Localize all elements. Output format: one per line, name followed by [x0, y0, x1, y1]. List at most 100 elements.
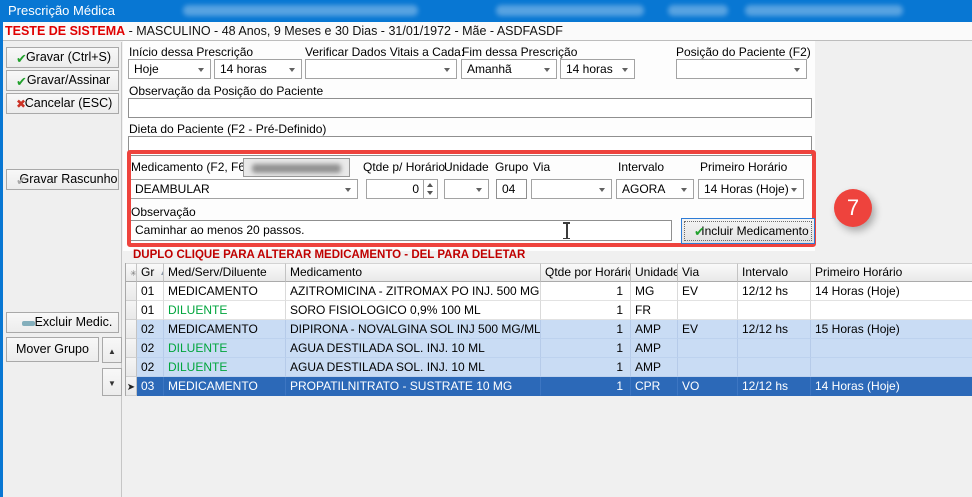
chevron-down-icon [444, 68, 450, 72]
row-indicator [126, 339, 137, 358]
cancel-icon: ✖ [16, 98, 26, 110]
inicio-time-combobox[interactable]: 14 horas [214, 59, 302, 79]
grid-header-intervalo[interactable]: Intervalo [738, 263, 811, 282]
spin-up-icon[interactable] [427, 183, 433, 187]
gravar-rascunho-button[interactable]: ✔ Gravar Rascunho [6, 169, 119, 190]
via-combobox[interactable] [531, 179, 612, 199]
row-indicator [126, 358, 137, 377]
fim-time-combobox[interactable]: 14 horas [560, 59, 635, 79]
inicio-day-combobox[interactable]: Hoje [128, 59, 211, 79]
arrow-up-icon: ▲ [108, 347, 116, 356]
dieta-label: Dieta do Paciente (F2 - Pré-Definido) [129, 122, 326, 136]
redacted-text [252, 164, 341, 173]
table-row[interactable]: 02 DILUENTE AGUA DESTILADA SOL. INJ. 10 … [126, 339, 972, 358]
table-row[interactable]: 02 MEDICAMENTO DIPIRONA - NOVALGINA SOL … [126, 320, 972, 339]
via-label: Via [533, 160, 550, 174]
incluir-medicamento-button[interactable]: ✔ Incluir Medicamento [681, 218, 815, 244]
cancelar-label: Cancelar (ESC) [25, 96, 113, 110]
medicamento-label: Medicamento (F2, F6) [131, 160, 249, 174]
gravar-label: Gravar (Ctrl+S) [26, 50, 111, 64]
chevron-down-icon [289, 68, 295, 72]
cancelar-button[interactable]: ✖ Cancelar (ESC) [6, 93, 119, 114]
minus-icon [22, 321, 35, 326]
medicamento-combobox[interactable]: DEAMBULAR [129, 179, 358, 199]
row-indicator [126, 301, 137, 320]
redacted-title-text [496, 5, 644, 16]
redacted-title-text [183, 5, 418, 16]
table-row[interactable]: 01 DILUENTE SORO FISIOLOGICO 0,9% 100 ML… [126, 301, 972, 320]
chevron-down-icon [681, 188, 687, 192]
chevron-down-icon [794, 68, 800, 72]
patient-name: TESTE DE SISTEMA [5, 24, 125, 38]
primeiro-horario-combobox[interactable]: 14 Horas (Hoje) [698, 179, 804, 199]
asterisk-icon: ✳ [130, 269, 137, 278]
title-bar[interactable]: Prescrição Médica [0, 0, 972, 22]
check-icon: ✔ [16, 174, 27, 187]
check-icon: ✔ [16, 75, 27, 88]
dieta-input[interactable] [128, 136, 812, 156]
gravar-assinar-label: Gravar/Assinar [27, 73, 110, 87]
fim-day-combobox[interactable]: Amanhã [461, 59, 557, 79]
grid-header-gr[interactable]: Gr▲ [137, 263, 164, 282]
annotation-step-number: 7 [834, 189, 872, 227]
row-indicator [126, 320, 137, 339]
posicao-paciente-label: Posição do Paciente (F2) [676, 45, 811, 59]
obs-posicao-input[interactable] [128, 98, 812, 118]
inicio-prescricao-label: Início dessa Prescrição [129, 45, 253, 59]
grid-corner-cell[interactable]: ✳ [126, 263, 137, 282]
table-row-selected[interactable]: ➤ 03 MEDICAMENTO PROPATILNITRATO - SUSTR… [126, 377, 972, 396]
observacao-label: Observação [131, 205, 196, 219]
move-down-button[interactable]: ▼ [102, 368, 122, 396]
patient-details: - MASCULINO - 48 Anos, 9 Meses e 30 Dias… [125, 24, 563, 38]
unidade-label: Unidade [444, 160, 489, 174]
chevron-down-icon [599, 188, 605, 192]
gravar-rascunho-label: Gravar Rascunho [20, 172, 118, 186]
qtde-spinner[interactable]: 0 [366, 179, 438, 199]
chevron-down-icon [622, 68, 628, 72]
move-up-button[interactable]: ▲ [102, 337, 122, 363]
spin-down-icon[interactable] [427, 191, 433, 195]
grid-header-tipo[interactable]: Med/Serv/Diluente [164, 263, 286, 282]
grupo-input[interactable]: 04 [496, 179, 527, 199]
row-indicator [126, 282, 137, 301]
intervalo-combobox[interactable]: AGORA [616, 179, 694, 199]
unidade-combobox[interactable] [444, 179, 489, 199]
patient-header: TESTE DE SISTEMA - MASCULINO - 48 Anos, … [0, 22, 972, 41]
fim-prescricao-label: Fim dessa Prescrição [462, 45, 577, 59]
medication-grid: ✳ Gr▲ Med/Serv/Diluente Medicamento Qtde… [125, 263, 972, 396]
intervalo-label: Intervalo [618, 160, 664, 174]
window-title: Prescrição Médica [8, 0, 115, 22]
grupo-label: Grupo [495, 160, 528, 174]
excluir-medic-button[interactable]: Excluir Medic. [6, 312, 119, 333]
grid-header-medicamento[interactable]: Medicamento [286, 263, 541, 282]
verificar-dados-vitais-label: Verificar Dados Vitais a Cada: [305, 45, 464, 59]
check-icon: ✔ [16, 52, 27, 65]
mover-grupo-label: Mover Grupo [16, 342, 89, 356]
chevron-down-icon [198, 68, 204, 72]
text-cursor [562, 222, 571, 239]
selected-row-pointer-icon: ➤ [126, 377, 137, 396]
observacao-input[interactable]: Caminhar ao menos 20 passos. [129, 220, 672, 241]
chevron-down-icon [345, 188, 351, 192]
spinner-buttons[interactable] [423, 180, 437, 198]
verificar-dados-vitais-combobox[interactable] [305, 59, 457, 79]
redacted-title-text [668, 5, 728, 16]
posicao-paciente-combobox[interactable] [676, 59, 807, 79]
redacted-button[interactable] [243, 158, 350, 177]
grid-header-primeiro[interactable]: Primeiro Horário [811, 263, 972, 282]
grid-header-qtde[interactable]: Qtde por Horário [541, 263, 631, 282]
grid-header-via[interactable]: Via [678, 263, 738, 282]
gravar-button[interactable]: ✔ Gravar (Ctrl+S) [6, 47, 119, 68]
grid-caption: DUPLO CLIQUE PARA ALTERAR MEDICAMENTO - … [133, 249, 525, 261]
table-row[interactable]: 01 MEDICAMENTO AZITROMICINA - ZITROMAX P… [126, 282, 972, 301]
arrow-down-icon: ▼ [108, 379, 116, 388]
mover-grupo-button[interactable]: Mover Grupo [6, 337, 99, 362]
grid-header-unidade[interactable]: Unidade [631, 263, 678, 282]
qtde-horario-label: Qtde p/ Horário [363, 160, 445, 174]
grid-header-row: ✳ Gr▲ Med/Serv/Diluente Medicamento Qtde… [126, 263, 972, 282]
gravar-assinar-button[interactable]: ✔ Gravar/Assinar [6, 70, 119, 91]
table-row[interactable]: 02 DILUENTE AGUA DESTILADA SOL. INJ. 10 … [126, 358, 972, 377]
prescricao-medica-window: Prescrição Médica TESTE DE SISTEMA - MAS… [0, 0, 972, 497]
chevron-down-icon [476, 188, 482, 192]
obs-posicao-label: Observação da Posição do Paciente [129, 84, 323, 98]
